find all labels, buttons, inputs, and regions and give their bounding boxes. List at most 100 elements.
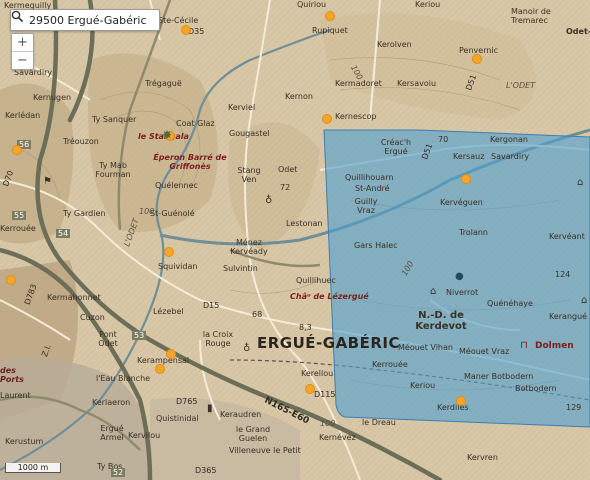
place-label: Kerolven [377, 40, 412, 49]
place-label: Savardiry [491, 152, 530, 161]
road-label: 54 [56, 229, 71, 238]
place-label: Tréouzon [63, 137, 99, 146]
place-label: Cuzon [80, 313, 105, 322]
place-label: Gougastel [229, 129, 270, 138]
zoom-control: + − [11, 33, 34, 70]
place-label: Kernévez [319, 433, 356, 442]
search-bar[interactable] [10, 9, 160, 31]
location-marker[interactable] [322, 114, 332, 124]
place-label: des Ports [0, 366, 24, 384]
place-label: Sulvintin [223, 264, 258, 273]
location-marker[interactable] [164, 247, 174, 257]
place-label: Kerellou [301, 369, 334, 378]
road-label: D115 [314, 390, 336, 399]
location-marker[interactable] [325, 11, 335, 21]
spot-height: 68 [252, 310, 263, 319]
search-input[interactable] [29, 13, 153, 27]
location-marker[interactable] [166, 349, 176, 359]
place-label: Kervren [467, 453, 498, 462]
road-label: D15 [203, 301, 220, 310]
place-label: Squividan [158, 262, 198, 271]
place-label: Méouet Vihan [398, 343, 453, 352]
place-label: Kersauz [453, 152, 485, 161]
place-label: Maner Botbodern [464, 372, 534, 381]
place-label: Botbodern [515, 384, 557, 393]
zoom-in-button[interactable]: + [12, 34, 33, 52]
place-label: le Dreau [362, 418, 396, 427]
chapel-icon: ♁ [265, 195, 273, 206]
place-label: Laurent [0, 391, 31, 400]
place-label: Lézebel [153, 307, 184, 316]
place-label: Ergué Armel [100, 424, 124, 442]
place-label: Ste-Cécile [158, 16, 199, 25]
place-label: N.-D. de Kerdevot [415, 310, 467, 332]
reservoir-icon: ● [455, 271, 464, 282]
location-marker[interactable] [456, 396, 466, 406]
place-label: St-Guénolé [150, 209, 195, 218]
place-label: Odet [278, 165, 298, 174]
place-label: Ty Gardien [63, 209, 106, 218]
spot-height: 72 [280, 183, 291, 192]
place-label: Kernon [285, 92, 313, 101]
road-label: D365 [195, 466, 217, 475]
place-label: Lestonan [286, 219, 323, 228]
scale-bar: 1000 m [5, 463, 61, 473]
place-label: le Grand Guelen [235, 425, 271, 443]
place-label: Rupiquet [312, 26, 348, 35]
place-label: Kervéguen [440, 198, 483, 207]
place-label: Quistinidal [156, 414, 199, 423]
location-marker[interactable] [461, 174, 471, 184]
place-label: Dolmen [535, 341, 574, 351]
chapel-icon: ⌂ [430, 286, 437, 297]
selection-overlay[interactable] [0, 0, 590, 480]
river-label: L'ODET [506, 81, 536, 90]
location-marker[interactable] [472, 54, 482, 64]
place-label: Éperon Barré de Griffonès [153, 153, 227, 171]
place-label: Niverrot [446, 288, 479, 297]
map-canvas[interactable]: Kermeguilly Ste-Cécile D35 Quiriou Kerio… [0, 0, 590, 480]
place-label: Kervilou [128, 431, 161, 440]
church-icon: ♁ [243, 343, 251, 354]
road-label: D765 [176, 397, 198, 406]
place-label: Kervéant [549, 232, 585, 241]
place-label: Quiriou [297, 0, 327, 9]
place-label: Kerlédan [5, 111, 41, 120]
location-marker[interactable] [12, 145, 22, 155]
contour-label: 100 [320, 419, 336, 428]
location-marker[interactable] [181, 25, 191, 35]
place-label: Kerustum [5, 437, 44, 446]
spot-height: 124 [555, 270, 571, 279]
contour-label: 100 [139, 207, 155, 216]
location-marker[interactable] [305, 384, 315, 394]
place-label: Kerlaeron [92, 398, 131, 407]
place-label: Kerangué [549, 312, 588, 321]
place-label: Ty Mab Fourman [95, 161, 131, 179]
place-label: Kersavoiu [397, 79, 437, 88]
commune-name: ERGUÉ-GABÉRIC [257, 334, 401, 352]
location-marker[interactable] [6, 275, 16, 285]
place-label: Kermahonnet [47, 293, 101, 302]
place-label: Quélennec [155, 181, 198, 190]
place-label: Kernugen [33, 93, 72, 102]
place-label: Ty Sanquer [92, 115, 137, 124]
place-label: Stang Ven [237, 166, 261, 184]
place-label: Kerrouée [0, 224, 36, 233]
place-label: Keraudren [220, 410, 262, 419]
location-marker[interactable] [155, 364, 165, 374]
place-label: Kernescop [335, 112, 377, 121]
place-label: Trolann [459, 228, 488, 237]
dolmen-icon: ⊓ [520, 340, 528, 351]
road-label: 55 [12, 211, 27, 220]
zoom-out-button[interactable]: − [12, 52, 33, 69]
place-label: l'Eau Blanche [96, 374, 151, 383]
place-label: Quénéhaye [487, 299, 533, 308]
place-label: Châᵘ de Lézergué [290, 292, 369, 301]
place-label: Keriou [415, 0, 441, 9]
chapel-icon: ⌂ [577, 177, 584, 188]
place-label: Kermadoret [335, 79, 382, 88]
place-label: Odet- [566, 27, 590, 36]
spot-height: 70 [438, 135, 449, 144]
place-label: Kerrouée [372, 360, 408, 369]
place-label: Trégaguë [145, 79, 182, 88]
place-label: Keriou [410, 381, 436, 390]
